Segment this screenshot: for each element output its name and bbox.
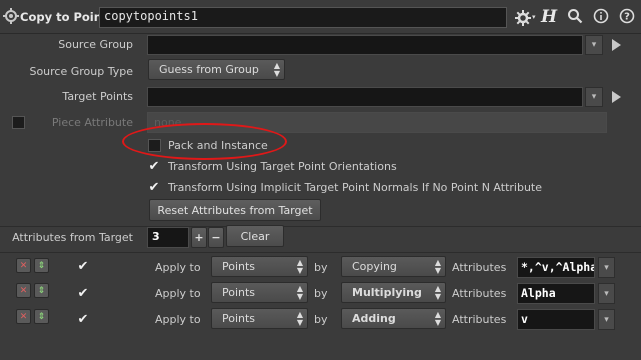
apply-to-label: Apply to (155, 261, 201, 274)
attribute-row-enable-checkbox[interactable]: ✔ (76, 313, 90, 326)
attribute-row-enable-checkbox[interactable]: ✔ (76, 260, 90, 273)
add-attribute-button[interactable]: + (191, 227, 207, 248)
source-group-type-menu[interactable]: Guess from Group ▲ ▼ (148, 59, 285, 80)
updown-icon: ▲ ▼ (296, 310, 303, 327)
apply-to-menu[interactable]: Points ▲ ▼ (211, 308, 308, 329)
source-group-label: Source Group (58, 38, 133, 51)
apply-to-menu[interactable]: Points ▲ ▼ (211, 256, 308, 277)
transform-normals-checkbox[interactable]: ✔ (147, 181, 161, 194)
info-icon[interactable] (593, 8, 609, 24)
gear-dropdown-icon[interactable]: ▾ (532, 13, 538, 21)
source-group-field[interactable] (147, 35, 583, 55)
remove-attribute-button[interactable]: − (208, 227, 224, 248)
attributes-field[interactable]: *,^v,^Alpha (517, 257, 595, 278)
by-label: by (314, 287, 328, 300)
attributes-dropdown[interactable]: ▾ (598, 309, 615, 330)
method-menu[interactable]: Multiplying ▲ ▼ (341, 282, 446, 303)
transform-orientations-label: Transform Using Target Point Orientation… (168, 160, 397, 173)
annotation-circle (122, 123, 287, 160)
clear-button[interactable]: Clear (226, 225, 284, 247)
source-group-dropdown[interactable]: ▾ (585, 35, 603, 55)
attributes-dropdown[interactable]: ▾ (598, 257, 615, 278)
target-points-select-arrow[interactable] (612, 91, 624, 105)
target-points-field[interactable] (147, 87, 583, 107)
source-group-type-value: Guess from Group (159, 63, 259, 76)
updown-icon: ▲ ▼ (273, 61, 280, 78)
attributes-label: Attributes (452, 287, 507, 300)
help-h-icon[interactable]: H (541, 7, 558, 27)
move-updown-icon[interactable]: ⇕ (34, 258, 49, 273)
source-group-type-label: Source Group Type (29, 65, 133, 78)
updown-icon: ▲ ▼ (296, 284, 303, 301)
attributes-field[interactable]: v (517, 309, 595, 330)
transform-normals-label: Transform Using Implicit Target Point No… (168, 181, 543, 194)
target-points-dropdown[interactable]: ▾ (585, 87, 603, 107)
attributes-dropdown[interactable]: ▾ (598, 283, 615, 304)
remove-row-x-icon[interactable]: ✕ (16, 258, 31, 273)
by-label: by (314, 261, 328, 274)
updown-icon: ▲ ▼ (434, 284, 441, 301)
target-points-label: Target Points (62, 90, 133, 103)
apply-to-value: Points (222, 260, 256, 273)
method-menu[interactable]: Copying ▲ ▼ (341, 256, 446, 277)
method-value: Adding (352, 312, 396, 325)
attributes-label: Attributes (452, 313, 507, 326)
apply-to-menu[interactable]: Points ▲ ▼ (211, 282, 308, 303)
apply-to-value: Points (222, 312, 256, 325)
apply-to-label: Apply to (155, 287, 201, 300)
separator (0, 252, 641, 253)
source-group-select-arrow[interactable] (612, 39, 624, 53)
separator (0, 226, 641, 227)
method-value: Copying (352, 260, 397, 273)
by-label: by (314, 313, 328, 326)
attributes-field[interactable]: Alpha (517, 283, 595, 304)
apply-to-label: Apply to (155, 313, 201, 326)
gear-icon[interactable] (514, 9, 532, 27)
piece-attribute-label: Piece Attribute (51, 116, 133, 129)
svg-text:?: ? (624, 12, 630, 23)
help-icon[interactable]: ? (619, 8, 635, 24)
remove-row-x-icon[interactable]: ✕ (16, 283, 31, 298)
attributes-count-field[interactable]: 3 (147, 227, 189, 248)
updown-icon: ▲ ▼ (434, 310, 441, 327)
method-menu[interactable]: Adding ▲ ▼ (341, 308, 446, 329)
attribute-row-enable-checkbox[interactable]: ✔ (76, 287, 90, 300)
move-updown-icon[interactable]: ⇕ (34, 309, 49, 324)
updown-icon: ▲ ▼ (434, 258, 441, 275)
node-type-icon (3, 8, 19, 24)
method-value: Multiplying (352, 286, 422, 299)
attributes-from-target-label: Attributes from Target (12, 231, 133, 244)
apply-to-value: Points (222, 286, 256, 299)
remove-row-x-icon[interactable]: ✕ (16, 309, 31, 324)
reset-attributes-button[interactable]: Reset Attributes from Target (149, 199, 321, 221)
transform-orientations-checkbox[interactable]: ✔ (147, 160, 161, 173)
updown-icon: ▲ ▼ (296, 258, 303, 275)
attributes-label: Attributes (452, 261, 507, 274)
move-updown-icon[interactable]: ⇕ (34, 283, 49, 298)
search-icon[interactable] (567, 8, 583, 24)
node-name-field[interactable]: copytopoints1 (99, 7, 507, 28)
